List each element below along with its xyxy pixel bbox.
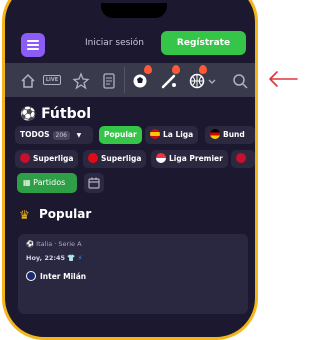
top-bar: Iniciar sesión Regístrate	[5, 30, 255, 63]
grid-icon: ▦	[23, 178, 31, 187]
soccer-hot-icon[interactable]	[131, 72, 149, 90]
baseball-hot-icon[interactable]	[160, 72, 178, 90]
partidos-label: Partidos	[33, 178, 66, 187]
todos-count: 206	[52, 131, 70, 140]
germany-flag-icon	[210, 129, 220, 139]
chip-superliga-turkey[interactable]: Superliga	[83, 150, 147, 168]
todos-dropdown[interactable]: TODOS 206 ▼	[15, 126, 93, 144]
boost-icon: ⚡	[77, 254, 83, 262]
match-time: Hoy, 22:45 👕 ⚡	[26, 254, 82, 262]
login-link[interactable]: Iniciar sesión	[85, 38, 144, 48]
chip-superliga-denmark[interactable]: Superliga	[15, 150, 79, 168]
sport-title: ⚽ Fútbol	[20, 106, 91, 122]
singapore-flag-icon	[156, 153, 166, 163]
sport-title-text: Fútbol	[41, 106, 92, 122]
flame-icon	[144, 65, 152, 74]
flame-icon	[199, 65, 207, 74]
phone-frame: Iniciar sesión Regístrate LIVE ⚽ Fútbol …	[2, 0, 258, 340]
betslip-icon[interactable]	[100, 72, 118, 90]
divider	[124, 67, 125, 93]
home-team: Inter Milán	[40, 272, 87, 281]
league-label: Italia · Serie A	[36, 240, 82, 248]
soccer-ball-icon: ⚽	[26, 240, 35, 248]
flame-icon	[172, 65, 180, 74]
match-card[interactable]: ⚽ Italia · Serie A Hoy, 22:45 👕 ⚡ Inter …	[18, 234, 248, 314]
chip-bundesliga[interactable]: Bund	[205, 126, 255, 144]
chip-label: La Liga	[163, 130, 194, 139]
inter-logo-icon	[26, 271, 36, 281]
chip-label: Liga Premier	[169, 154, 223, 163]
register-button[interactable]: Regístrate	[161, 31, 246, 55]
arrow-left-icon	[269, 71, 298, 87]
menu-button[interactable]	[21, 33, 45, 57]
menu-icon	[27, 40, 39, 42]
chevron-down-icon: ▼	[76, 132, 82, 139]
star-icon[interactable]	[72, 72, 90, 90]
denmark-flag-icon	[20, 153, 30, 163]
chip-popular[interactable]: Popular	[99, 126, 142, 144]
match-league: ⚽ Italia · Serie A	[26, 240, 82, 248]
spain-flag-icon	[150, 129, 160, 139]
chip-la-liga[interactable]: La Liga	[145, 126, 199, 144]
chevron-down-icon[interactable]	[207, 72, 217, 90]
time-label: Hoy, 22:45	[26, 254, 66, 262]
home-icon[interactable]	[19, 72, 37, 90]
chip-liga-premier[interactable]: Liga Premier	[151, 150, 228, 168]
icon-bar: LIVE	[5, 63, 255, 97]
tshirt-icon: 👕	[67, 254, 76, 262]
flag-icon	[236, 153, 246, 163]
calendar-button[interactable]	[84, 173, 104, 193]
basketball-hot-icon[interactable]	[188, 72, 206, 90]
turkey-flag-icon	[88, 153, 98, 163]
search-icon[interactable]	[231, 72, 249, 90]
filter-chips: TODOS 206 ▼ Popular La Liga Bund Superlig…	[5, 125, 255, 175]
chip-label: Superliga	[101, 154, 142, 163]
chip-more[interactable]	[231, 150, 255, 168]
soccer-ball-icon: ⚽	[20, 107, 37, 122]
partidos-toggle[interactable]: ▦ Partidos	[17, 173, 77, 193]
live-icon[interactable]: LIVE	[43, 75, 61, 85]
phone-notch	[101, 3, 167, 18]
chip-label: Superliga	[33, 154, 74, 163]
calendar-icon	[88, 177, 100, 189]
popular-title: Popular	[39, 207, 92, 221]
todos-label: TODOS	[20, 130, 50, 139]
menu-icon-line	[27, 48, 39, 50]
chip-label: Bund	[223, 130, 245, 139]
crown-icon: ♛	[19, 208, 30, 222]
menu-icon-line	[27, 44, 39, 46]
